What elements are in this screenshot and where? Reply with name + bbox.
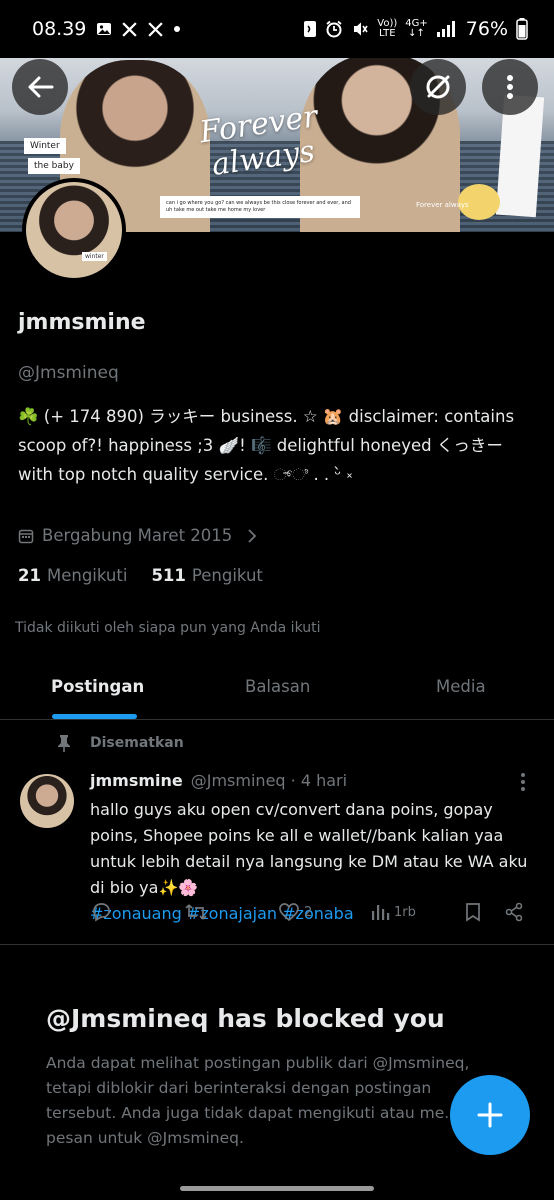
more-options-button[interactable] [482, 59, 538, 115]
mute-icon [354, 22, 368, 36]
nfc-icon [304, 21, 317, 37]
profile-handle: @Jmsmineq [18, 363, 119, 383]
battery-icon [516, 18, 528, 40]
active-tab-indicator [52, 714, 137, 719]
not-followed-notice: Tidak diikuti oleh siapa pun yang Anda i… [15, 620, 321, 636]
pinned-label: Disematkan [56, 734, 184, 752]
post-header: jmmsmine @Jmsmineq · 4 hari [90, 771, 347, 790]
tab-postingan[interactable]: Postingan [51, 677, 144, 696]
display-name: jmmsmine [18, 310, 146, 335]
status-time: 08.39 [32, 18, 87, 40]
banner-tag-right: Forever always [416, 201, 469, 209]
x-logo-icon [148, 21, 164, 37]
like-count: 2 [304, 904, 313, 920]
like-button[interactable]: 2 [278, 902, 312, 922]
share-icon [505, 902, 523, 922]
notification-icons [96, 21, 181, 38]
image-icon [97, 23, 112, 35]
reply-icon [93, 903, 110, 922]
post-actions: 2 1rb [90, 902, 530, 926]
bookmark-icon [466, 903, 480, 922]
network-arrows: ↓↑ [408, 28, 425, 39]
tab-balasan[interactable]: Balasan [245, 677, 310, 696]
pin-icon [58, 735, 70, 752]
signal-icon [436, 21, 455, 37]
more-vertical-icon [521, 773, 525, 791]
post-handle-time: @Jmsmineq · 4 hari [190, 771, 348, 790]
profile-tabs: Postingan Balasan Media [0, 660, 554, 720]
following-count: 21 [18, 566, 41, 585]
system-icons: Vo)) LTE 4G+ ↓↑ 76% [303, 18, 528, 40]
followers-count: 511 [151, 566, 186, 585]
following-label: Mengikuti [46, 566, 128, 585]
x-logo-icon [122, 21, 138, 37]
back-button[interactable] [12, 59, 68, 115]
blocked-description: Anda dapat melihat postingan publik dari… [46, 1054, 470, 1147]
following-link[interactable]: 21 Mengikuti [18, 566, 127, 585]
banner-caption: can i go where you go? can we always be … [160, 196, 360, 218]
post-avatar[interactable] [20, 774, 74, 828]
section-divider [0, 944, 554, 945]
blocked-title: @Jmsmineq has blocked you [46, 1004, 445, 1033]
grok-button[interactable] [410, 59, 466, 115]
volte-bottom: LTE [378, 28, 396, 39]
network-indicator: 4G+ ↓↑ [405, 19, 428, 39]
grok-icon [426, 75, 450, 99]
post-body: hallo guys aku open cv/convert dana poin… [90, 800, 528, 897]
heart-icon [279, 903, 299, 922]
tab-media[interactable]: Media [436, 677, 486, 696]
battery-percent: 76% [465, 18, 508, 40]
more-vertical-icon [507, 75, 513, 99]
bookmark-button[interactable] [464, 902, 482, 922]
followers-label: Pengikut [191, 566, 263, 585]
views-count: 1rb [394, 904, 416, 920]
repost-icon [185, 904, 207, 920]
back-arrow-icon [28, 76, 54, 98]
status-bar: 08.39 Vo)) LTE 4G+ ↓↑ 76% [0, 0, 554, 58]
banner-tag-baby: the baby [28, 158, 80, 174]
joined-text: Bergabung Maret 2015 [42, 526, 233, 545]
joined-date[interactable]: Bergabung Maret 2015 [18, 526, 258, 545]
chevron-right-icon [248, 528, 257, 543]
share-button[interactable] [504, 902, 524, 922]
calendar-icon [18, 529, 34, 543]
pinned-text: Disematkan [90, 735, 184, 751]
follow-stats: 21 Mengikuti 511 Pengikut [18, 566, 263, 585]
alarm-icon [326, 20, 342, 38]
profile-bio: ☘️ (+ 174 890) ラッキー business. ☆ 🐹 discla… [18, 407, 515, 484]
views-icon [372, 905, 390, 920]
post-more-button[interactable] [520, 772, 526, 792]
followers-link[interactable]: 511 Pengikut [151, 566, 262, 585]
home-indicator[interactable] [180, 1186, 374, 1191]
repost-button[interactable] [184, 902, 208, 922]
reply-button[interactable] [90, 902, 112, 922]
profile-avatar[interactable]: winter [22, 178, 126, 282]
banner-tag-winter: Winter [24, 138, 66, 154]
views-button[interactable]: 1rb [370, 902, 416, 922]
post-author-name[interactable]: jmmsmine [90, 771, 183, 790]
volte-indicator: Vo)) LTE [377, 19, 397, 39]
avatar-tag: winter [82, 252, 107, 261]
plus-icon [477, 1102, 503, 1128]
dot-icon [174, 26, 181, 32]
compose-button[interactable] [450, 1075, 530, 1155]
